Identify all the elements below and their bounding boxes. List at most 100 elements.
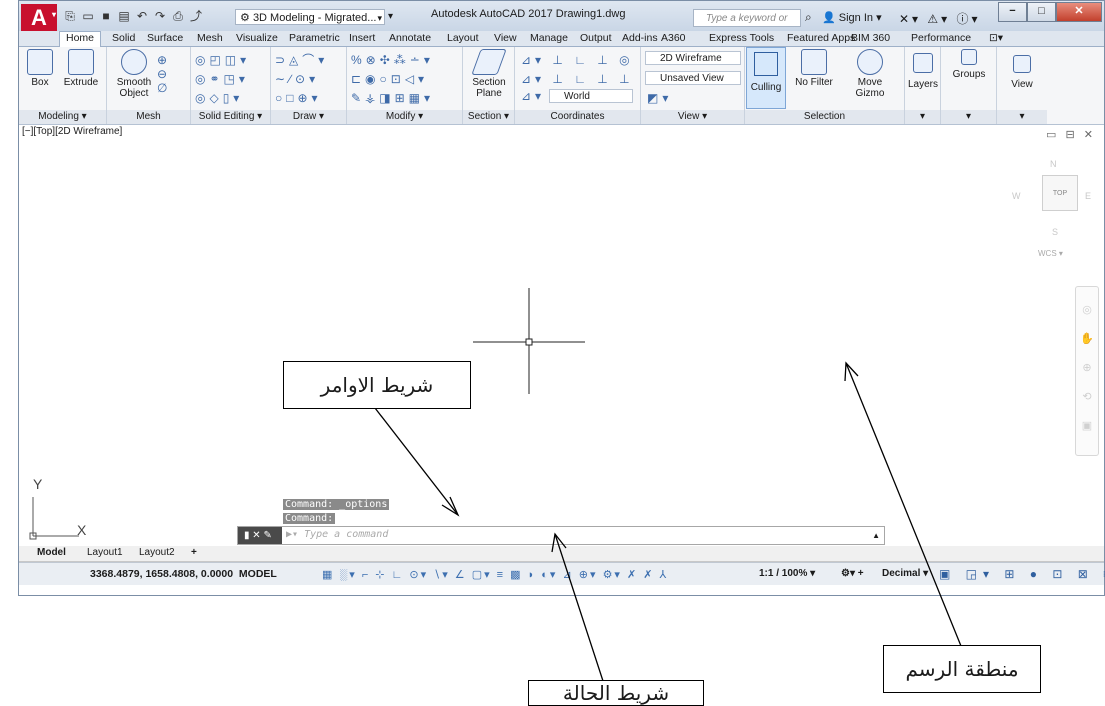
no-filter-button[interactable]: No Filter: [789, 49, 839, 88]
layers-button[interactable]: Layers: [907, 49, 939, 90]
command-line[interactable]: ▮ ✕ ✎ ▶▾ Type a command ▲: [237, 526, 885, 545]
modify-panel-title[interactable]: Modify ▾: [347, 110, 462, 124]
close-button[interactable]: ✕: [1056, 2, 1102, 22]
saved-view-dropdown[interactable]: Unsaved View: [645, 71, 741, 85]
navigation-bar[interactable]: ◎ ✋ ⊕ ⟲ ▣: [1075, 286, 1099, 456]
tab-output[interactable]: Output: [580, 32, 612, 44]
modeling-panel-title[interactable]: Modeling ▾: [19, 110, 106, 124]
tab-performance[interactable]: Performance: [911, 32, 971, 44]
tab-view[interactable]: View: [494, 32, 517, 44]
workspace-switch-icon[interactable]: ⚙▾ +: [841, 568, 864, 579]
coordinates-panel-title[interactable]: Coordinates: [515, 110, 640, 124]
view-button[interactable]: View: [1003, 49, 1041, 90]
tab-home[interactable]: Home: [59, 31, 102, 47]
viewport-config-icon[interactable]: ◩▾: [647, 91, 672, 105]
tab-express-tools[interactable]: Express Tools: [709, 32, 774, 44]
window-title: Autodesk AutoCAD 2017 Drawing1.dwg: [431, 8, 626, 20]
mesh-tools-icons[interactable]: ⊕ ⊖ ∅: [157, 53, 171, 95]
zoom-icon[interactable]: ⊕: [1076, 361, 1098, 374]
search-input[interactable]: Type a keyword or phrase: [693, 9, 801, 42]
groups-panel-expand[interactable]: ▾: [941, 110, 996, 124]
section-plane-button[interactable]: Section Plane: [467, 49, 511, 99]
viewport-label[interactable]: [−][Top][2D Wireframe]: [22, 126, 122, 137]
ucs-icons[interactable]: ⊿▾ ⊥ ∟ ⊥ ◎ ⊿▾ ⊥ ∟ ⊥ ⊥: [521, 51, 634, 89]
orbit-icon[interactable]: ⟲: [1076, 390, 1098, 403]
new-icon[interactable]: ⎘: [63, 9, 77, 23]
selection-panel-title[interactable]: Selection: [745, 110, 904, 124]
visual-style-dropdown[interactable]: 2D Wireframe: [645, 51, 741, 65]
status-tray-icons[interactable]: ▣ ◲▾ ⊞ ● ⊡ ⊠ ≡: [939, 567, 1105, 581]
compass-north: N: [1050, 159, 1057, 169]
solid-editing-panel-title[interactable]: Solid Editing ▾: [191, 110, 270, 124]
save-as-icon[interactable]: ▤: [117, 9, 131, 23]
tab-insert[interactable]: Insert: [349, 32, 375, 44]
minimize-button[interactable]: −: [998, 2, 1027, 22]
tab-model[interactable]: Model: [37, 547, 66, 558]
solid-editing-icons[interactable]: ◎◰◫▾ ◎⚭◳▾ ◎◇▯▾: [195, 51, 250, 108]
culling-button[interactable]: Culling: [746, 47, 786, 109]
tab-bim-360[interactable]: BIM 360: [851, 32, 890, 44]
model-space-button[interactable]: MODEL: [239, 568, 277, 580]
add-layout-button[interactable]: +: [191, 547, 197, 558]
showmotion-icon[interactable]: ▣: [1076, 419, 1098, 432]
units-dropdown[interactable]: Decimal ▾: [882, 568, 928, 579]
steering-wheel-icon[interactable]: ◎: [1076, 303, 1098, 316]
undo-icon[interactable]: ↶: [135, 9, 149, 23]
tab-layout1[interactable]: Layout1: [87, 547, 123, 558]
plot-icon[interactable]: ⎙: [171, 9, 185, 23]
binoculars-icon[interactable]: ⌕: [805, 10, 812, 25]
ucs-dropdown[interactable]: World: [549, 89, 633, 103]
tab-featured-apps[interactable]: Featured Apps: [787, 32, 855, 44]
annotation-scale[interactable]: 1:1 / 100% ▾: [759, 568, 815, 579]
groups-button[interactable]: Groups: [947, 49, 991, 80]
view-panel-title[interactable]: View ▾: [641, 110, 744, 124]
drafting-tools-icons[interactable]: ▦ ░▾ ⌐ ⊹ ∟ ⊙▾ ∖▾ ∠ ▢▾ ≡ ▩ ◗ ◐▾ ⊿ ⊕▾ ⚙▾ ✗…: [322, 568, 668, 581]
sign-in-button[interactable]: 👤 Sign In ▾: [822, 11, 882, 24]
ucs-named-icon[interactable]: ⊿▾: [521, 89, 545, 103]
tab-manage[interactable]: Manage: [530, 32, 568, 44]
view-panel-expand[interactable]: ▾: [997, 110, 1047, 124]
command-history-toggle[interactable]: ▲: [872, 531, 880, 540]
tab-layout[interactable]: Layout: [447, 32, 479, 44]
save-icon[interactable]: ■: [99, 9, 113, 23]
tab-visualize[interactable]: Visualize: [236, 32, 278, 44]
redo-icon[interactable]: ↷: [153, 9, 167, 23]
layers-panel-expand[interactable]: ▾: [905, 110, 940, 124]
tab-mesh[interactable]: Mesh: [197, 32, 223, 44]
exchange-icons[interactable]: ✕▾ ⚠▾ ⓘ▾: [899, 10, 981, 27]
view-tab-panel: View ▾: [997, 47, 1047, 124]
modify-tools-icons[interactable]: %⊗✣⁂∸▾ ⊏◉○⊡◁▾ ✎⚶◨⊞▦▾: [351, 51, 434, 108]
tab-solid[interactable]: Solid: [112, 32, 135, 44]
smooth-object-button[interactable]: Smooth Object: [113, 49, 155, 99]
draw-panel-title[interactable]: Draw ▾: [271, 110, 346, 124]
move-gizmo-button[interactable]: Move Gizmo: [845, 49, 895, 99]
open-icon[interactable]: ▭: [81, 9, 95, 23]
wcs-menu[interactable]: WCS ▾: [1038, 249, 1063, 258]
section-panel-title[interactable]: Section ▾: [463, 110, 514, 124]
coordinates-readout[interactable]: 3368.4879, 1658.4808, 0.0000 MODEL: [90, 568, 277, 580]
viewcube[interactable]: TOP: [1042, 175, 1078, 211]
drawing-area[interactable]: [−][Top][2D Wireframe] ▭ ⊟ ✕: [19, 125, 1104, 545]
workspace-dropdown[interactable]: ⚙ 3D Modeling - Migrated... ▾: [235, 9, 385, 25]
command-history-line: Command: _options: [283, 499, 390, 510]
mesh-panel-title[interactable]: Mesh: [107, 110, 190, 124]
extrude-button[interactable]: Extrude: [59, 49, 103, 88]
tab-annotate[interactable]: Annotate: [389, 32, 431, 44]
tab-add-ins[interactable]: Add-ins: [622, 32, 658, 44]
maximize-button[interactable]: □: [1027, 2, 1056, 22]
command-history-line: Command:: [283, 513, 336, 524]
tab-surface[interactable]: Surface: [147, 32, 183, 44]
tab-parametric[interactable]: Parametric: [289, 32, 340, 44]
draw-tools-icons[interactable]: ⊃◬⌒▾ ∼∕⊙▾ ○□⊕▾: [275, 51, 328, 108]
customize-qat-icon[interactable]: ▾: [388, 11, 393, 22]
tab-layout2[interactable]: Layout2: [139, 547, 175, 558]
box-button[interactable]: Box: [25, 49, 55, 88]
ribbon-options-icon[interactable]: ⊡▾: [989, 32, 1003, 44]
command-input[interactable]: ▶▾ Type a command: [286, 529, 388, 540]
pan-icon[interactable]: ✋: [1076, 332, 1098, 345]
viewport-controls[interactable]: ▭ ⊟ ✕: [1046, 128, 1096, 141]
command-tools[interactable]: ▮ ✕ ✎: [238, 527, 282, 544]
share-icon[interactable]: ⤴: [189, 9, 203, 23]
tab-a360[interactable]: A360: [661, 32, 686, 44]
application-menu-button[interactable]: A ▾: [21, 4, 57, 31]
